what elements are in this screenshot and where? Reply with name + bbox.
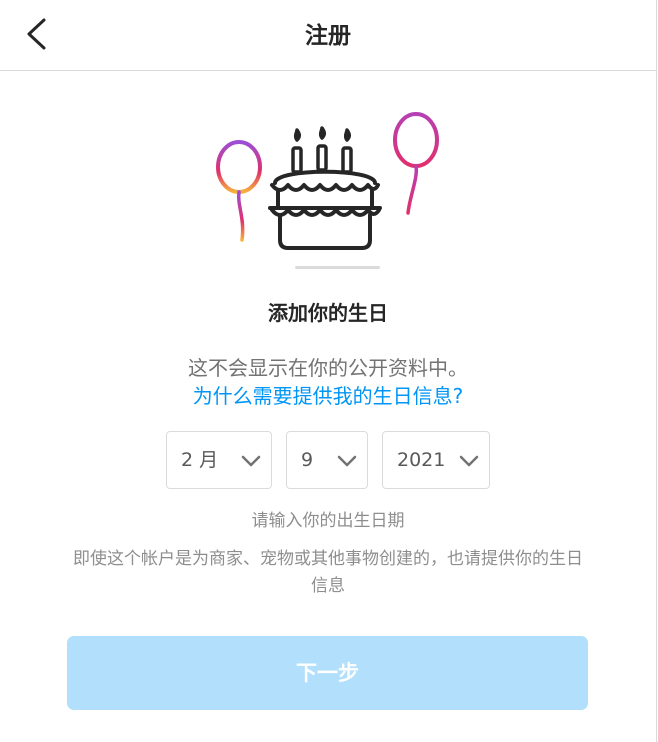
page-title: 注册 xyxy=(305,23,351,49)
next-button[interactable]: 下一步 xyxy=(67,636,588,710)
chevron-down-icon xyxy=(241,455,261,467)
plate-line xyxy=(295,266,380,269)
balloon-right-icon xyxy=(393,112,439,215)
privacy-note: 这不会显示在你的公开资料中。 xyxy=(188,356,468,380)
business-note: 即使这个帐户是为商家、宠物或其他事物创建的，也请提供你的生日信息 xyxy=(73,549,583,596)
birthday-hint: 请输入你的出生日期 xyxy=(251,511,405,531)
section-title: 添加你的生日 xyxy=(268,301,388,325)
frame-border xyxy=(656,0,657,742)
birthday-cake-illustration xyxy=(216,112,439,269)
why-birthday-link[interactable]: 为什么需要提供我的生日信息? xyxy=(0,381,656,411)
chevron-down-icon xyxy=(459,455,479,467)
year-select[interactable]: 2021 xyxy=(382,431,490,489)
cake-icon xyxy=(268,169,382,250)
year-value: 2021 xyxy=(397,449,446,471)
day-value: 9 xyxy=(301,449,314,471)
month-value: 2 月 xyxy=(181,449,219,471)
month-select[interactable]: 2 月 xyxy=(166,431,272,489)
candles-icon xyxy=(291,126,353,174)
chevron-down-icon xyxy=(337,455,357,467)
balloon-left-icon xyxy=(216,140,262,242)
day-select[interactable]: 9 xyxy=(286,431,368,489)
top-bar: 注册 xyxy=(0,0,656,71)
